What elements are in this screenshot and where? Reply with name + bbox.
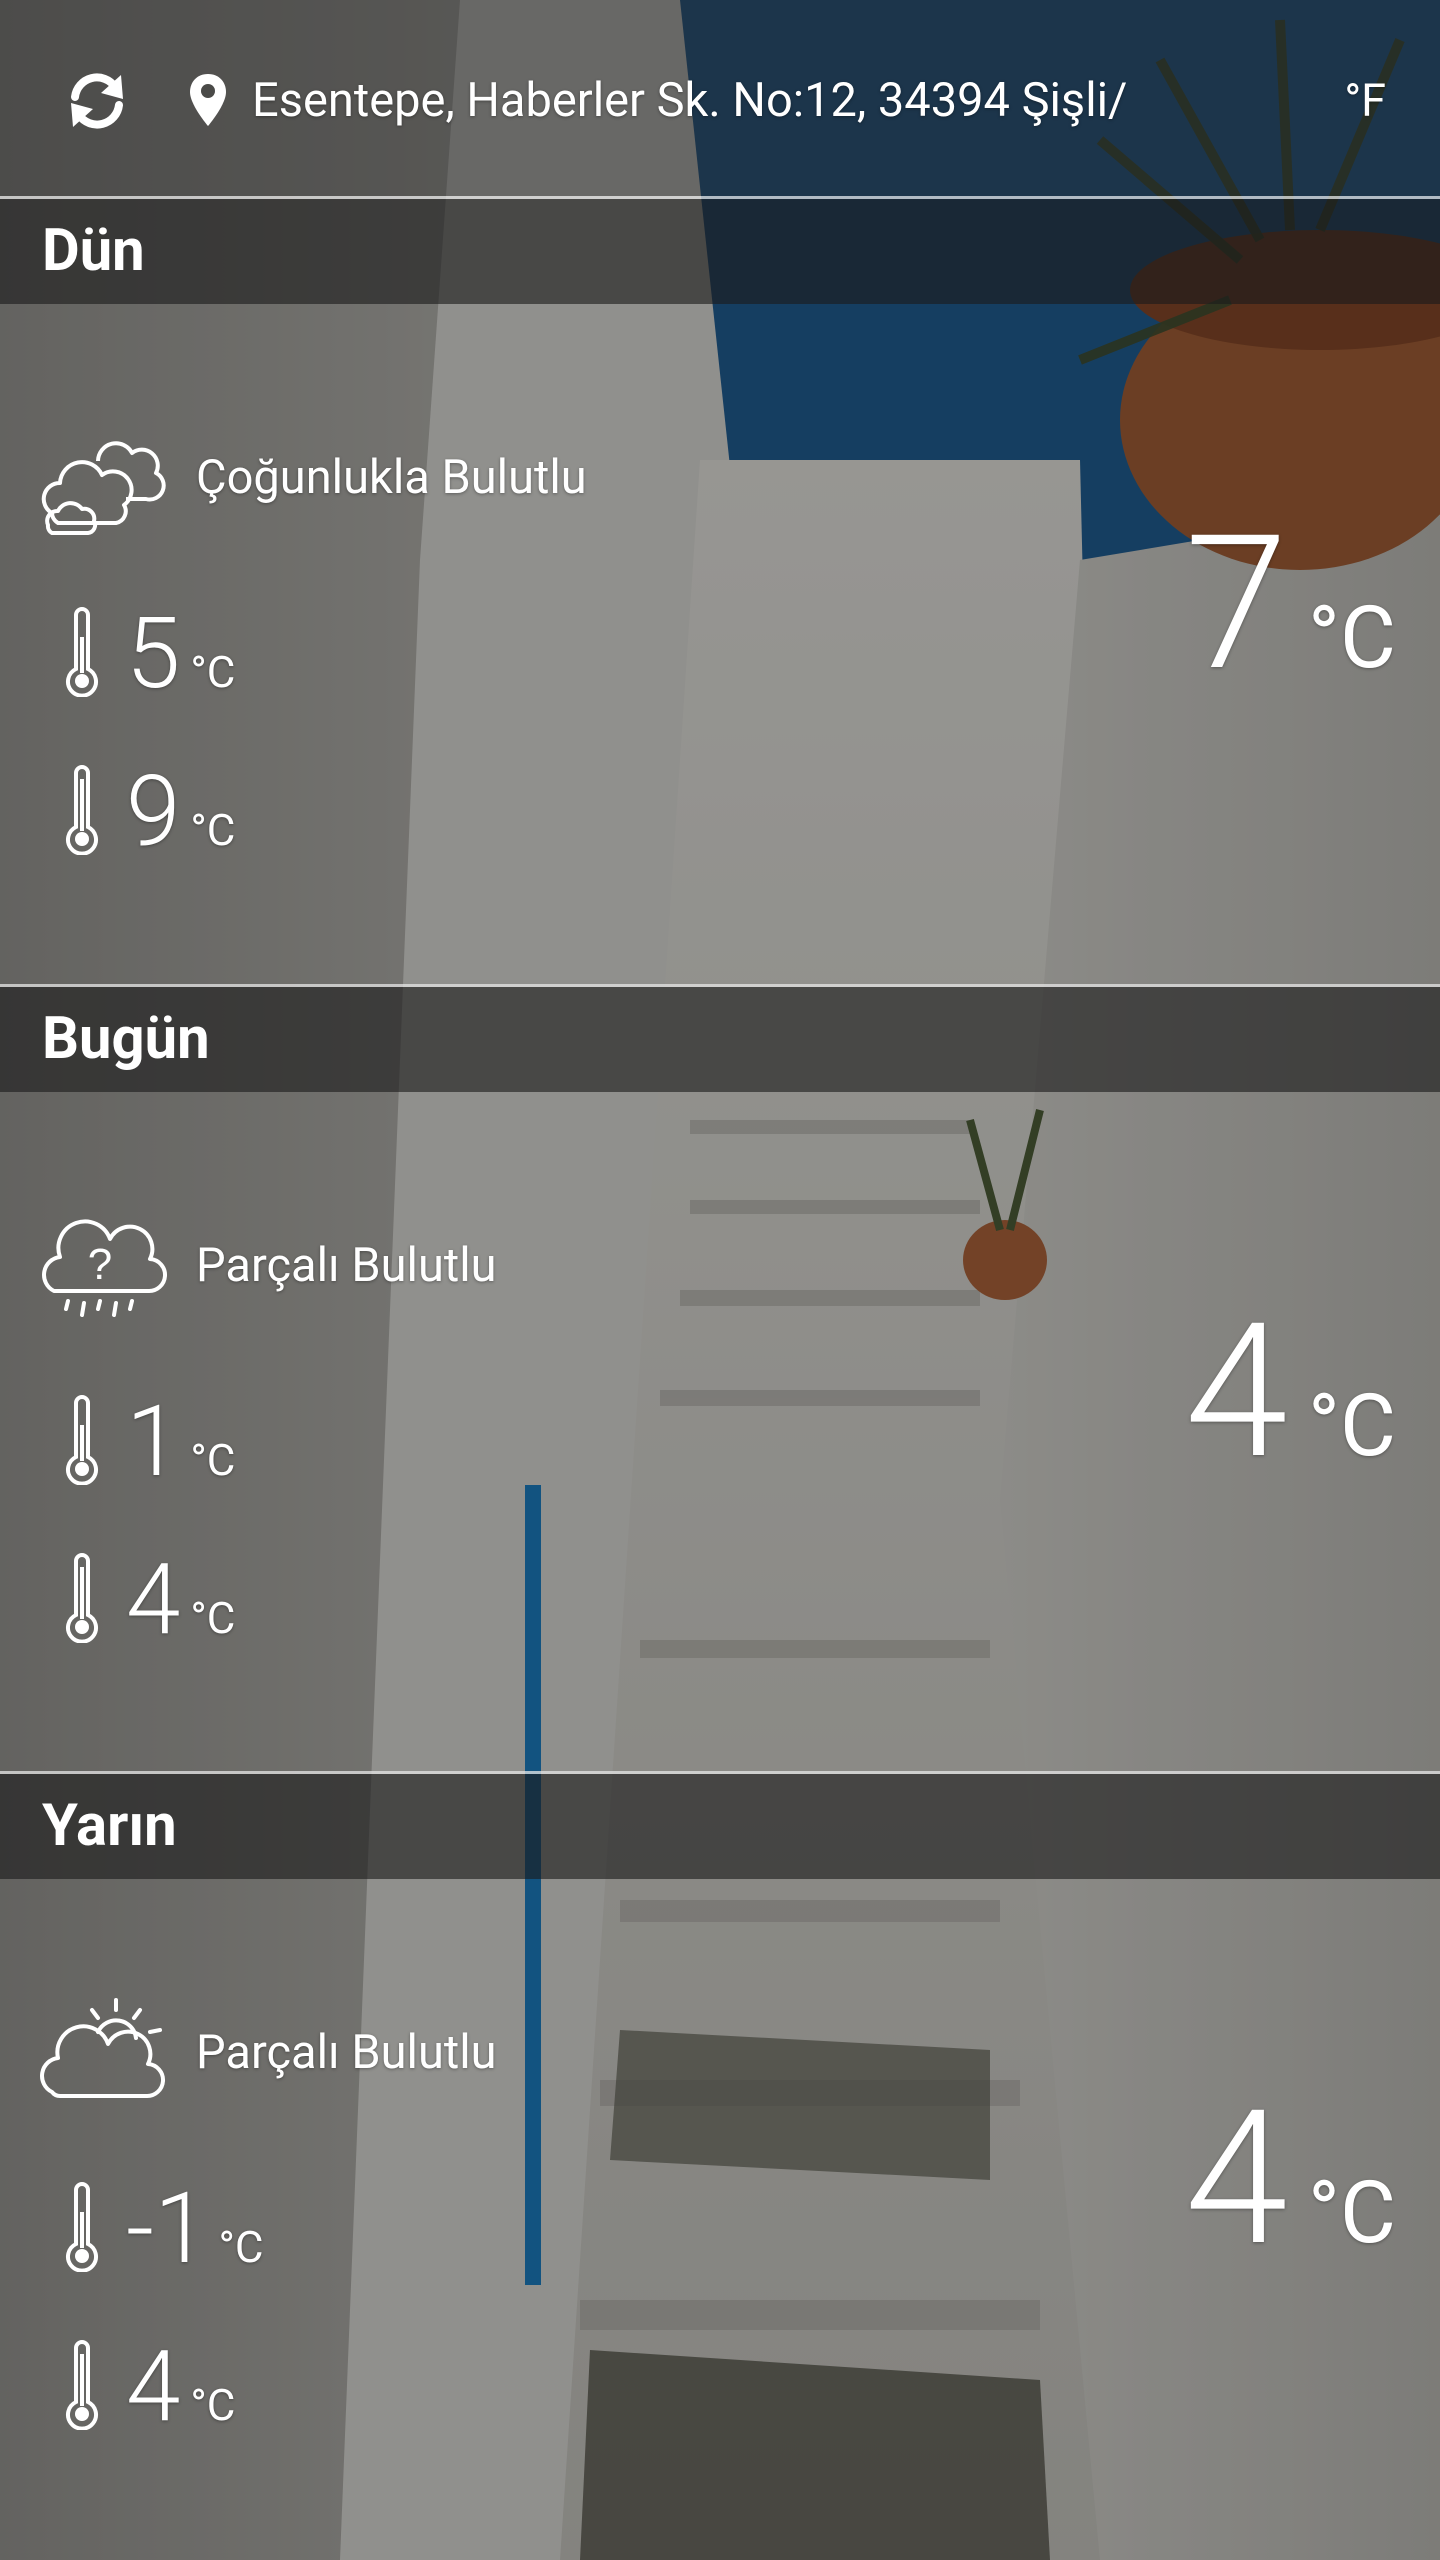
- refresh-icon: [71, 73, 123, 129]
- low-temperature: 1 °C: [60, 1387, 460, 1497]
- current-temperature: 7 °C: [1185, 509, 1396, 699]
- cloud-question-rain-icon: ?: [42, 1219, 167, 1317]
- thermometer-icon: [66, 2182, 98, 2272]
- temp-unit: °C: [190, 1434, 236, 1486]
- day-title: Yarın: [42, 1792, 177, 1860]
- current-temp-unit: °C: [1307, 2162, 1396, 2263]
- day-section-yesterday: Dün Çoğunlukla Bulutlu 5 °C 9 °C 7 °C: [0, 199, 1440, 987]
- day-title: Bugün: [42, 1005, 210, 1073]
- low-temp-value: 1: [126, 1384, 181, 1499]
- low-temp-value: -1: [126, 2171, 209, 2286]
- condition-label: Parçalı Bulutlu: [196, 2025, 497, 2080]
- day-header: Dün: [0, 199, 1440, 304]
- condition-label: Çoğunlukla Bulutlu: [196, 450, 587, 505]
- high-temp-value: 4: [126, 1542, 181, 1657]
- thermometer-icon: [66, 2340, 98, 2430]
- current-temp-value: 4: [1184, 1283, 1288, 1501]
- thermometer-icon: [66, 765, 98, 855]
- svg-text:?: ?: [88, 1240, 112, 1289]
- high-temperature: 9 °C: [60, 757, 460, 867]
- thermometer-icon: [66, 607, 98, 697]
- day-section-tomorrow: Yarın Parçalı Bulutlu -1 °C 4 °C 4 °C: [0, 1774, 1440, 2560]
- thermometer-icon: [66, 1553, 98, 1643]
- top-bar: Esentepe, Haberler Sk. No:12, 34394 Şişl…: [0, 0, 1440, 196]
- high-temperature: 4 °C: [60, 2332, 460, 2442]
- temp-unit: °C: [190, 646, 236, 698]
- current-temp-unit: °C: [1307, 587, 1396, 688]
- low-temp-value: 5: [126, 596, 181, 711]
- fahrenheit-toggle[interactable]: °F: [1344, 68, 1386, 134]
- current-temperature: 4 °C: [1185, 1297, 1396, 1487]
- temp-unit: °C: [218, 2221, 264, 2273]
- condition-label: Parçalı Bulutlu: [196, 1238, 497, 1293]
- high-temp-value: 9: [126, 754, 181, 869]
- low-temperature: 5 °C: [60, 599, 460, 709]
- temp-unit: °C: [190, 2379, 236, 2431]
- current-temperature: 4 °C: [1185, 2084, 1396, 2274]
- temp-unit: °C: [190, 1592, 236, 1644]
- current-temp-unit: °C: [1307, 1375, 1396, 1476]
- high-temp-value: 4: [126, 2329, 181, 2444]
- high-temperature: 4 °C: [60, 1545, 460, 1655]
- thermometer-icon: [66, 1395, 98, 1485]
- low-temperature: -1 °C: [60, 2174, 460, 2284]
- mostly-cloudy-icon: [41, 441, 166, 535]
- current-temp-value: 4: [1184, 2070, 1288, 2288]
- weather-screen: Esentepe, Haberler Sk. No:12, 34394 Şişl…: [0, 0, 1440, 2560]
- current-temp-value: 7: [1184, 495, 1288, 713]
- temp-unit: °C: [190, 804, 236, 856]
- partly-cloudy-sun-icon: [40, 1998, 165, 2099]
- refresh-button[interactable]: [52, 56, 142, 146]
- day-header: Yarın: [0, 1774, 1440, 1879]
- day-section-today: Bugün ? Parçalı Bulutlu 1 °C 4 °C 4 °C: [0, 987, 1440, 1775]
- day-title: Dün: [42, 217, 145, 285]
- location-address[interactable]: Esentepe, Haberler Sk. No:12, 34394 Şişl…: [252, 68, 1192, 134]
- day-header: Bugün: [0, 987, 1440, 1092]
- location-pin-icon: [190, 74, 226, 126]
